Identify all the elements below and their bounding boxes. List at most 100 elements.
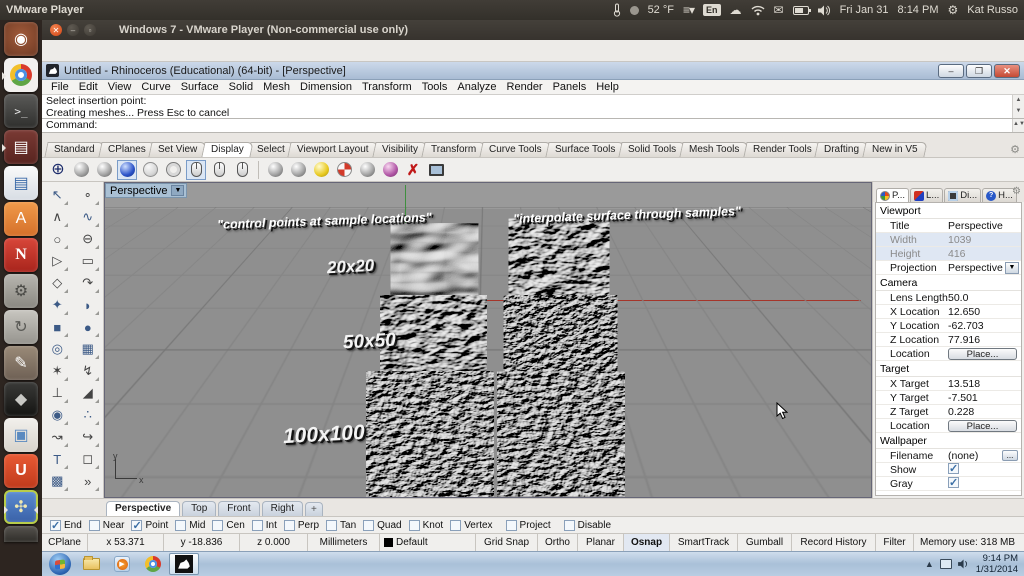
panel-gear-icon[interactable]: ⚙ — [1012, 186, 1021, 197]
layer-cell[interactable]: Default — [380, 534, 476, 551]
osnap-perp[interactable]: Perp — [284, 520, 319, 531]
time-label[interactable]: 8:14 PM — [898, 4, 939, 16]
knot-checkbox[interactable] — [409, 520, 420, 531]
tab-set-view[interactable]: Set View — [149, 142, 207, 157]
menu-render[interactable]: Render — [502, 81, 548, 93]
tab-layers[interactable]: L... — [910, 188, 943, 202]
tray-volume-icon[interactable] — [958, 559, 970, 569]
cplane-cell[interactable]: CPlane — [42, 534, 88, 551]
start-button[interactable] — [49, 553, 71, 575]
int-checkbox[interactable] — [252, 520, 263, 531]
wireframe-viewport-icon[interactable]: ⊕ — [48, 160, 68, 180]
minimize-icon[interactable]: – — [67, 24, 79, 36]
blend-icon[interactable]: ↪ — [76, 426, 100, 448]
command-history[interactable]: Select insertion point: Creating meshes.… — [42, 95, 1024, 119]
osnap-point[interactable]: Point — [131, 520, 168, 531]
menu-file[interactable]: File — [46, 81, 74, 93]
tab-properties[interactable]: P... — [876, 188, 909, 202]
command-history-scrollbar[interactable]: ▲▼ — [1012, 95, 1024, 118]
pen-viewport-icon[interactable] — [311, 160, 331, 180]
rendered-viewport-icon[interactable] — [117, 160, 137, 180]
menu-view[interactable]: View — [103, 81, 137, 93]
target-place-button[interactable]: Place... — [948, 420, 1017, 432]
near-checkbox[interactable] — [89, 520, 100, 531]
gumball-pane[interactable]: Gumball — [738, 534, 792, 551]
gray-checkbox[interactable] — [948, 477, 959, 488]
tab-new-in-v5[interactable]: New in V5 — [863, 142, 928, 157]
perp-checkbox[interactable] — [284, 520, 295, 531]
menu-edit[interactable]: Edit — [74, 81, 103, 93]
ortho-pane[interactable]: Ortho — [538, 534, 578, 551]
show-checkbox[interactable] — [948, 463, 959, 474]
menu-panels[interactable]: Panels — [548, 81, 592, 93]
chevron-down-icon[interactable]: ▼ — [171, 185, 184, 196]
curve-boolean-icon[interactable]: ↯ — [76, 360, 100, 382]
boolean-union-icon[interactable]: ◉ — [45, 404, 69, 426]
xray-viewport-icon[interactable] — [163, 160, 183, 180]
menu-help[interactable]: Help — [591, 81, 624, 93]
gimp-icon[interactable]: ✎ — [4, 346, 38, 380]
fillet-icon[interactable]: ↝ — [45, 426, 69, 448]
user-name-label[interactable]: Kat Russo — [967, 4, 1018, 16]
menu-surface[interactable]: Surface — [176, 81, 224, 93]
wifi-icon[interactable] — [751, 5, 765, 16]
close-icon[interactable]: ✕ — [50, 24, 62, 36]
pan-view-icon[interactable] — [209, 160, 229, 180]
tab-viewport-layout[interactable]: Viewport Layout — [288, 142, 379, 157]
weather-icon[interactable] — [630, 6, 639, 15]
curve-icon[interactable]: ∿ — [76, 206, 100, 228]
viewtab-right[interactable]: Right — [262, 501, 303, 516]
array-icon[interactable]: ∴ — [76, 404, 100, 426]
ghosted-viewport-icon[interactable] — [140, 160, 160, 180]
mail-icon[interactable]: ✉ — [774, 4, 784, 16]
tab-transform[interactable]: Transform — [421, 142, 485, 157]
browse-file-button[interactable]: ... — [1002, 450, 1018, 461]
technical-viewport-icon[interactable] — [265, 160, 285, 180]
command-input[interactable]: Command: ▲▼ — [42, 119, 1024, 133]
mesh-icon[interactable]: ▦ — [76, 338, 100, 360]
file-archiver-icon[interactable]: ▤ — [4, 130, 38, 164]
trim-icon[interactable]: ⊥ — [45, 382, 69, 404]
ubuntu-one-icon[interactable]: U — [4, 454, 38, 488]
tab-standard[interactable]: Standard — [44, 142, 104, 157]
flat-shade-icon[interactable] — [380, 160, 400, 180]
circle-icon[interactable]: ○ — [45, 228, 69, 250]
shaded-viewport-icon[interactable] — [71, 160, 91, 180]
surface-from-points-icon[interactable]: ✦ — [45, 294, 69, 316]
menu-mesh[interactable]: Mesh — [258, 81, 295, 93]
rhino-titlebar[interactable]: Untitled - Rhinoceros (Educational) (64-… — [42, 62, 1024, 80]
tab-mesh-tools[interactable]: Mesh Tools — [680, 142, 750, 157]
osnap-disable[interactable]: Disable — [564, 520, 611, 531]
osnap-quad[interactable]: Quad — [363, 520, 401, 531]
terminal-icon[interactable]: >_ — [4, 94, 38, 128]
vmware-player-icon[interactable]: ✣ — [4, 490, 38, 524]
project-checkbox[interactable] — [506, 520, 517, 531]
explorer-taskbar-icon[interactable] — [76, 553, 106, 575]
polygon-icon[interactable]: ▷ — [45, 250, 69, 272]
shaded-all-icon[interactable] — [94, 160, 114, 180]
software-center-icon[interactable]: A — [4, 202, 38, 236]
split-icon[interactable]: ◢ — [76, 382, 100, 404]
osnap-int[interactable]: Int — [252, 520, 277, 531]
tab-curve-tools[interactable]: Curve Tools — [479, 142, 551, 157]
rectangle-icon[interactable]: ▭ — [76, 250, 100, 272]
new-viewport-icon[interactable]: + — [305, 502, 323, 516]
arc-icon[interactable]: ↷ — [76, 272, 100, 294]
torus-icon[interactable]: ◎ — [45, 338, 69, 360]
smarttrack-pane[interactable]: SmartTrack — [670, 534, 738, 551]
text-icon[interactable]: T — [45, 448, 69, 470]
zoom-view-icon[interactable] — [232, 160, 252, 180]
viewtab-top[interactable]: Top — [182, 501, 216, 516]
osnap-near[interactable]: Near — [89, 520, 125, 531]
osnap-vertex[interactable]: Vertex — [450, 520, 492, 531]
session-gear-icon[interactable]: ⚙ — [947, 4, 958, 16]
menu-curve[interactable]: Curve — [136, 81, 175, 93]
date-label[interactable]: Fri Jan 31 — [840, 4, 889, 16]
menu-transform[interactable]: Transform — [357, 81, 417, 93]
clear-display-icon[interactable]: ✗ — [403, 160, 423, 180]
osnap-cen[interactable]: Cen — [212, 520, 244, 531]
chrome-taskbar-icon[interactable] — [138, 553, 168, 575]
fullscreen-display-icon[interactable] — [426, 160, 446, 180]
osnap-knot[interactable]: Knot — [409, 520, 444, 531]
tab-cplanes[interactable]: CPlanes — [98, 142, 155, 157]
